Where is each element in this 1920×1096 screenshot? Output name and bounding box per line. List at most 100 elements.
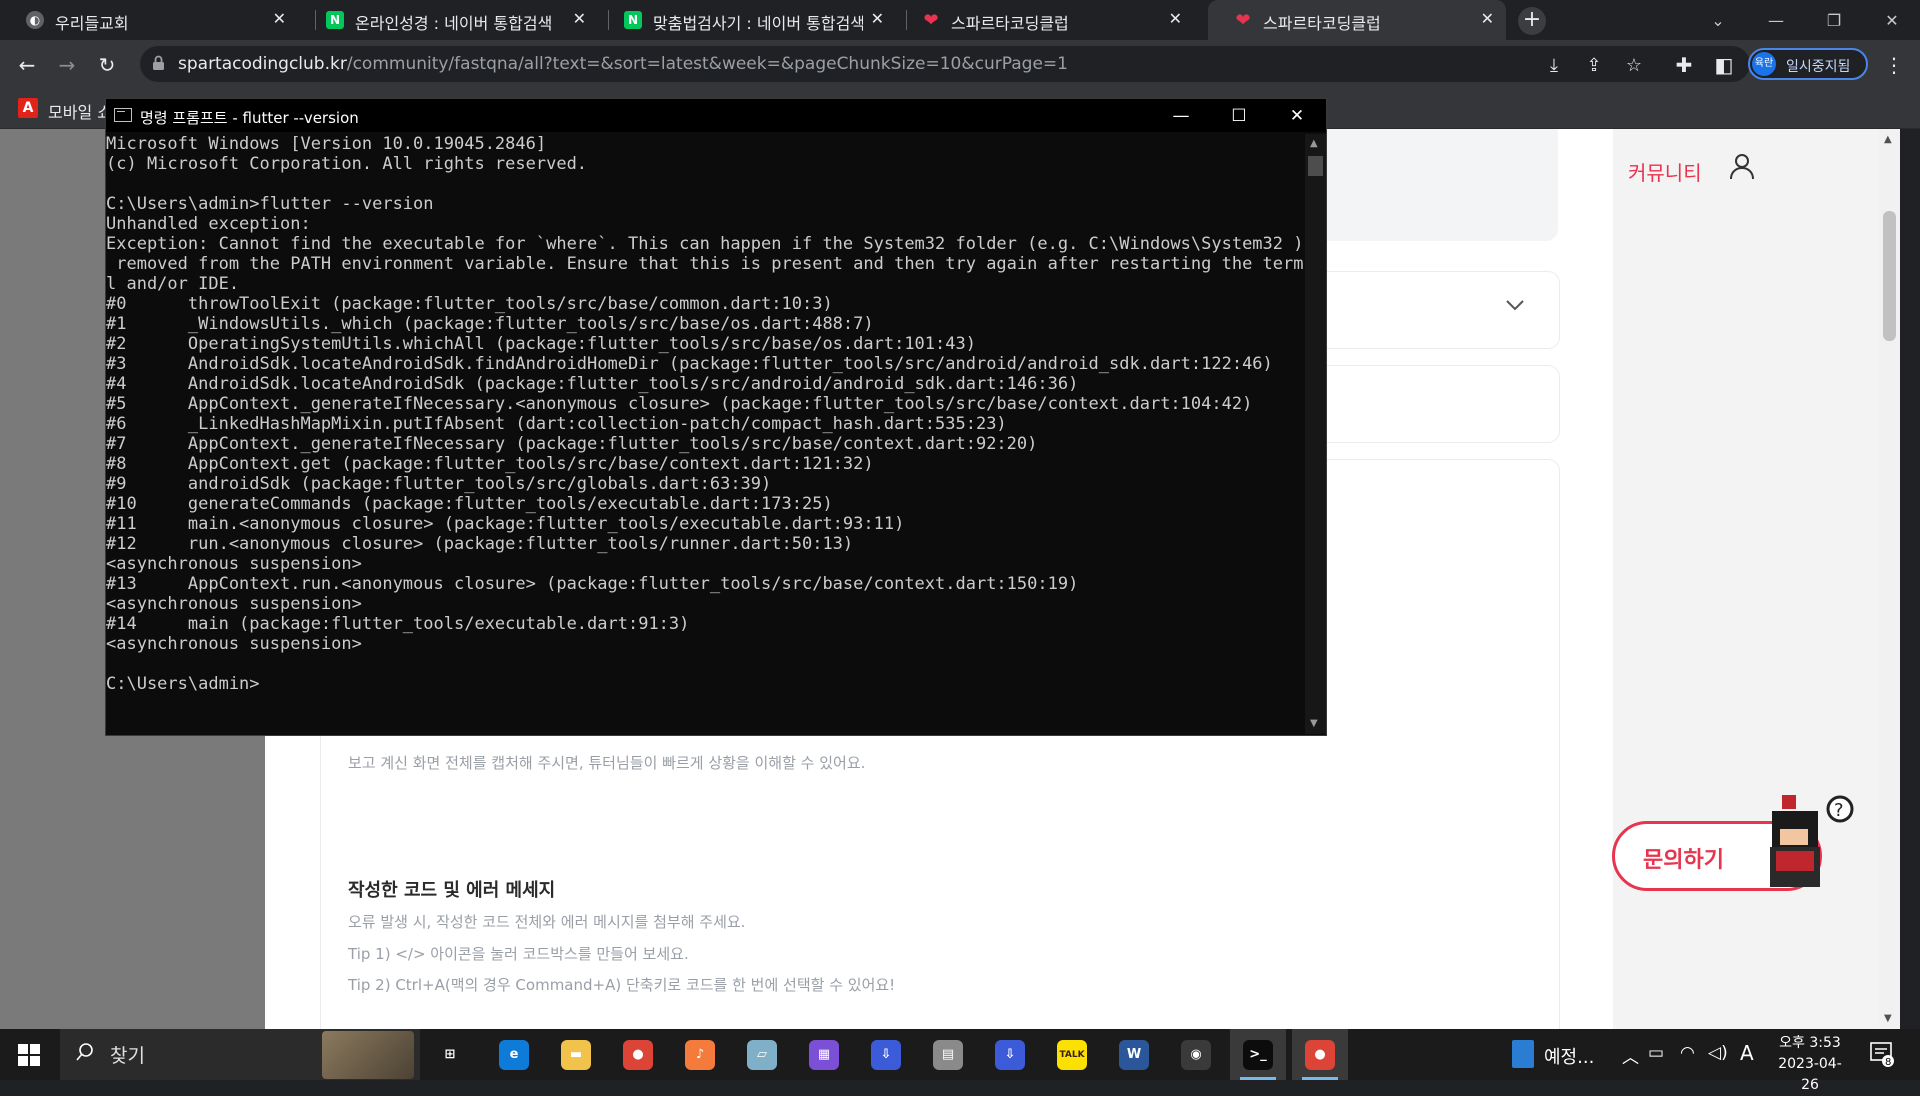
tab-search-icon[interactable]: ⌄ (1690, 0, 1746, 40)
minimize-icon[interactable]: — (1748, 0, 1804, 40)
user-icon[interactable] (1727, 151, 1757, 181)
close-icon[interactable]: ✕ (573, 9, 586, 28)
page-scroll-thumb[interactable] (1883, 211, 1896, 341)
nav-community-link[interactable]: 커뮤니티 (1628, 157, 1702, 186)
taskbar-app-kakaotalk[interactable]: TALK (1044, 1029, 1100, 1080)
taskbar-app-folder[interactable]: ▤ (920, 1029, 976, 1080)
voice-recorder-icon: ♪ (685, 1039, 715, 1070)
cmd-line: <asynchronous suspension> (106, 554, 362, 574)
scroll-up-icon[interactable]: ▲ (1884, 134, 1892, 145)
notification-icon[interactable]: 8 (1870, 1041, 1894, 1067)
scroll-down-icon[interactable]: ▼ (1884, 1013, 1892, 1024)
cmd-line: (c) Microsoft Corporation. All rights re… (106, 154, 588, 174)
url-host: spartacodingclub.kr (178, 54, 347, 74)
cmd-scrollbar[interactable]: ▲ ▼ (1305, 134, 1326, 734)
command-prompt-window[interactable]: 명령 프롬프트 - flutter --version — ☐ ✕ Micros… (105, 98, 1327, 736)
word-icon: W (1119, 1039, 1149, 1070)
cmd-title-bar[interactable]: 명령 프롬프트 - flutter --version — ☐ ✕ (106, 99, 1326, 132)
cmd-minimize-icon[interactable]: — (1152, 99, 1210, 132)
taskbar-search[interactable]: 찾기 (60, 1029, 420, 1080)
page-scrollbar[interactable]: ▲ ▼ (1879, 129, 1900, 1029)
profile-button[interactable]: 육란 일시중지됨 (1748, 48, 1868, 80)
reload-icon[interactable]: ↻ (92, 50, 122, 80)
install-icon[interactable]: ⤓ (1543, 54, 1565, 76)
ime-indicator[interactable]: A (1740, 1041, 1754, 1065)
restore-icon[interactable]: ❐ (1806, 0, 1862, 40)
cmd-line: #4 AndroidSdk.locateAndroidSdk (package:… (106, 374, 1079, 394)
wifi-icon[interactable]: ◠ (1680, 1043, 1695, 1063)
cmd-line: #7 AppContext._generateIfNecessary (pack… (106, 434, 1038, 454)
menu-icon[interactable]: ⋮ (1882, 53, 1906, 77)
taskbar-app-word[interactable]: W (1106, 1029, 1162, 1080)
code-hint-2: Tip 1) </> 아이콘을 눌러 코드박스를 만들어 보세요. (348, 945, 689, 963)
task-view-icon: ⊞ (435, 1039, 465, 1070)
cmd-output[interactable]: Microsoft Windows [Version 10.0.19045.28… (106, 134, 1304, 734)
cmd-scroll-down-icon[interactable]: ▼ (1310, 718, 1318, 729)
cmd-line: #13 AppContext.run.<anonymous closure> (… (106, 574, 1079, 594)
linux-penguin-icon: ◉ (1181, 1039, 1211, 1070)
sparta-heart-icon: ❤ (923, 9, 939, 31)
taskbar-clock[interactable]: 오후 3:53 2023-04-26 (1770, 1033, 1850, 1096)
download-manager-icon: ⇩ (871, 1039, 901, 1070)
close-icon[interactable]: ✕ (1169, 9, 1182, 28)
taskbar-app-command-prompt[interactable]: >_ (1230, 1029, 1286, 1080)
command-prompt-icon: >_ (1243, 1039, 1273, 1070)
close-icon[interactable]: ✕ (1481, 9, 1494, 28)
search-label: 찾기 (110, 1045, 145, 1067)
address-bar[interactable]: spartacodingclub.kr/community/fastqna/al… (140, 46, 1750, 82)
cmd-scroll-thumb[interactable] (1308, 156, 1323, 176)
bookmark-item[interactable]: 모바일 쇼 (48, 99, 112, 123)
taskbar-app-voice-recorder[interactable]: ♪ (672, 1029, 728, 1080)
chevron-down-icon[interactable] (1505, 299, 1525, 311)
taskbar-app-file-explorer[interactable]: ▬ (548, 1029, 604, 1080)
forward-icon[interactable]: → (52, 50, 82, 80)
taskbar-app-chrome[interactable]: ● (610, 1029, 666, 1080)
tab-strip: ◐ 우리들교회 ✕ N 온라인성경 : 네이버 통합검색 ✕ N 맞춤법검사기 … (0, 0, 1920, 40)
folder-icon: ▤ (933, 1039, 963, 1070)
cmd-line: l and/or IDE. (106, 274, 240, 294)
tab-1[interactable]: N 온라인성경 : 네이버 통합검색 ✕ (300, 0, 598, 40)
back-icon[interactable]: ← (12, 50, 42, 80)
tab-0[interactable]: ◐ 우리들교회 ✕ (0, 0, 298, 40)
battery-icon[interactable]: ▭ (1648, 1043, 1664, 1063)
taskbar-app-download-manager[interactable]: ⇩ (858, 1029, 914, 1080)
tab-title: 우리들교회 (55, 14, 129, 33)
cmd-close-icon[interactable]: ✕ (1268, 99, 1326, 132)
taskbar-app-edge[interactable]: e (486, 1029, 542, 1080)
cmd-title: 명령 프롬프트 - flutter --version (140, 109, 359, 127)
cmd-app-icon (114, 108, 132, 122)
url-text: spartacodingclub.kr/community/fastqna/al… (178, 54, 1068, 74)
taskbar-app-photos[interactable]: ▦ (796, 1029, 852, 1080)
side-panel-icon[interactable]: ◧ (1712, 53, 1736, 77)
url-path: /community/fastqna/all?text=&sort=latest… (346, 54, 1068, 74)
tab-title: 스파르타코딩클럽 (1263, 14, 1381, 33)
sparta-heart-icon: ❤ (1235, 9, 1251, 31)
cmd-line: Unhandled exception: (106, 214, 311, 234)
extensions-icon[interactable]: ✚ (1672, 53, 1696, 77)
tab-3[interactable]: ❤ 스파르타코딩클럽 ✕ (896, 0, 1194, 40)
tab-4-active[interactable]: ❤ 스파르타코딩클럽 ✕ (1208, 0, 1506, 40)
share-icon[interactable]: ⇪ (1583, 54, 1605, 76)
taskbar-app-installer[interactable]: ⇩ (982, 1029, 1038, 1080)
cmd-scroll-up-icon[interactable]: ▲ (1310, 138, 1318, 149)
windows-start-icon[interactable] (18, 1044, 40, 1066)
taskbar-app-chrome-profile[interactable]: ● (1292, 1029, 1348, 1080)
taskbar-app-linux-penguin[interactable]: ◉ (1168, 1029, 1224, 1080)
close-icon[interactable]: ✕ (273, 9, 286, 28)
new-tab-button[interactable]: + (1518, 7, 1546, 35)
volume-icon[interactable]: ◁) (1708, 1043, 1728, 1063)
taskbar-notes[interactable]: 예정... (1508, 1029, 1618, 1080)
cmd-line: #12 run.<anonymous closure> (package:flu… (106, 534, 854, 554)
acrobat-icon: A (18, 98, 38, 118)
taskbar-app-task-view[interactable]: ⊞ (422, 1029, 478, 1080)
close-icon[interactable]: ✕ (871, 9, 884, 28)
tab-title: 온라인성경 : 네이버 통합검색 (355, 14, 553, 33)
tab-2[interactable]: N 맞춤법검사기 : 네이버 통합검색 ✕ (598, 0, 896, 40)
bookmark-star-icon[interactable]: ☆ (1623, 54, 1645, 76)
code-heading: 작성한 코드 및 에러 메세지 (348, 880, 556, 901)
taskbar-app-notes[interactable]: ▱ (734, 1029, 790, 1080)
tray-chevron-icon[interactable]: ︿ (1622, 1043, 1639, 1068)
close-window-icon[interactable]: ✕ (1864, 0, 1920, 40)
cmd-maximize-icon[interactable]: ☐ (1210, 99, 1268, 132)
cmd-line: Microsoft Windows [Version 10.0.19045.28… (106, 134, 547, 154)
